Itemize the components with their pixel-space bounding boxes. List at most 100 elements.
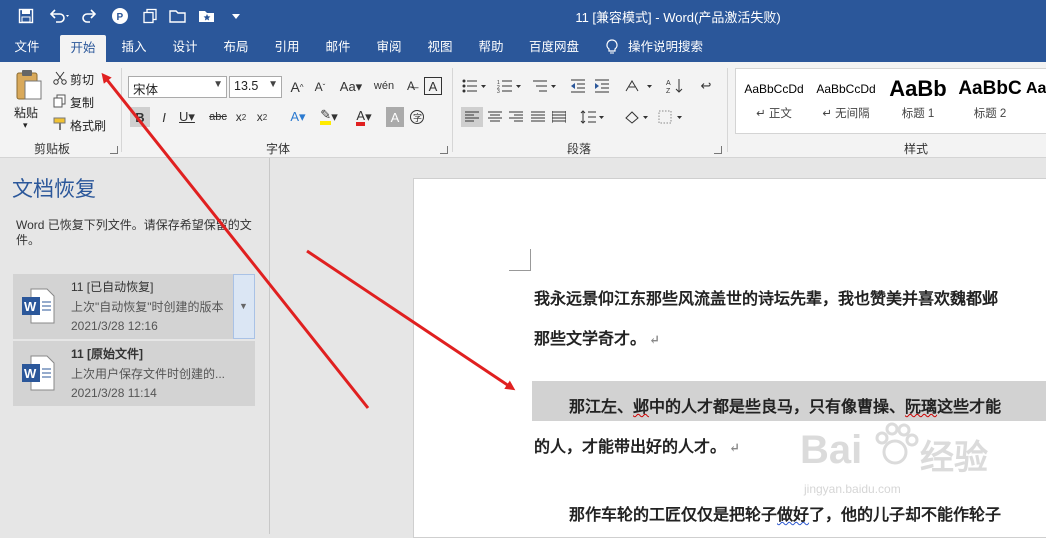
- superscript-icon[interactable]: x2: [253, 107, 271, 127]
- tab-view[interactable]: 视图: [419, 32, 461, 62]
- file-name: 11 [原始文件]: [71, 347, 144, 361]
- paste-dropdown-icon[interactable]: ▾: [23, 120, 28, 131]
- char-shading-icon[interactable]: A: [386, 107, 404, 127]
- align-right-icon[interactable]: [506, 107, 526, 127]
- svg-text:字: 字: [413, 112, 422, 124]
- bullets-icon[interactable]: [460, 76, 490, 96]
- paste-icon[interactable]: [10, 68, 46, 102]
- numbering-icon[interactable]: 123: [495, 76, 525, 96]
- font-size-value: 13.5: [234, 79, 259, 93]
- enclose-char-icon[interactable]: 字: [408, 107, 426, 127]
- bold-icon[interactable]: B: [130, 107, 150, 127]
- underline-icon[interactable]: U▾: [175, 107, 199, 127]
- phonetic-guide-icon[interactable]: wén: [374, 76, 394, 96]
- paragraph-launcher-icon[interactable]: [714, 146, 722, 154]
- title-bar: P 11 [兼容模式] - Word(产品激活失败): [0, 0, 1046, 32]
- styles-gallery: AaBbCcDd ↵ 正文 AaBbCcDd ↵ 无间隔 AaBb 标题 1 AaBb…: [735, 68, 1046, 134]
- clipboard-launcher-icon[interactable]: [110, 146, 118, 154]
- doc-line-4: 的人，才能带出好的人才。 ↵: [534, 437, 740, 456]
- justify-icon[interactable]: [528, 107, 548, 127]
- font-name-value: 宋体: [133, 83, 159, 97]
- subscript-icon[interactable]: x2: [232, 107, 250, 127]
- char-border-icon[interactable]: A: [424, 77, 442, 95]
- separator: [121, 68, 122, 152]
- grow-font-icon[interactable]: A ^: [287, 78, 307, 96]
- scissors-icon[interactable]: [52, 70, 68, 86]
- doc-line-3: 那江左、邺中的人才都是些良马，只有像曹操、阮璃这些才能: [569, 397, 1002, 416]
- separator: [727, 68, 728, 152]
- style-title[interactable]: Aa: [1026, 73, 1046, 131]
- recovered-file-item[interactable]: W 11 [已自动恢复] 上次"自动恢复"时创建的版本 2021/3/28 12…: [13, 274, 255, 339]
- tab-review[interactable]: 审阅: [368, 32, 410, 62]
- tab-help[interactable]: 帮助: [470, 32, 512, 62]
- svg-text:3: 3: [497, 89, 500, 93]
- chevron-down-icon: ▼: [213, 79, 223, 90]
- file-options-dropdown[interactable]: ▼: [233, 274, 255, 339]
- format-painter-icon[interactable]: [52, 116, 68, 132]
- ribbon-tabs: 文件 开始 插入 设计 布局 引用 邮件 审阅 视图 帮助 百度网盘 操作说明搜…: [0, 32, 1046, 62]
- style-heading-1[interactable]: AaBb 标题 1: [882, 73, 954, 131]
- format-painter-button[interactable]: 格式刷: [70, 117, 106, 134]
- tab-design[interactable]: 设计: [164, 32, 206, 62]
- tab-home[interactable]: 开始: [60, 35, 106, 62]
- align-center-icon[interactable]: [485, 107, 505, 127]
- file-date: 2021/3/28 11:14: [71, 386, 157, 400]
- font-launcher-icon[interactable]: [440, 146, 448, 154]
- align-left-icon[interactable]: [461, 107, 483, 127]
- shading-icon[interactable]: [622, 107, 652, 127]
- decrease-indent-icon[interactable]: [568, 76, 588, 96]
- lightbulb-icon: [603, 32, 621, 62]
- paragraph-mark-icon: ↵: [729, 441, 740, 456]
- svg-text:W: W: [24, 366, 37, 381]
- copy-button[interactable]: 复制: [70, 94, 94, 111]
- tab-layout[interactable]: 布局: [215, 32, 257, 62]
- svg-text:Z: Z: [666, 88, 671, 94]
- distributed-icon[interactable]: [549, 107, 569, 127]
- font-group-label: 字体: [266, 142, 291, 156]
- borders-icon[interactable]: [656, 107, 686, 127]
- tab-references[interactable]: 引用: [266, 32, 308, 62]
- margin-corner-mark: [509, 249, 531, 271]
- tab-file[interactable]: 文件: [6, 32, 48, 62]
- multilevel-list-icon[interactable]: [530, 76, 560, 96]
- show-marks-icon[interactable]: ↩: [696, 76, 716, 96]
- tab-baidu-netdisk[interactable]: 百度网盘: [522, 32, 586, 62]
- tell-me-search[interactable]: 操作说明搜索: [628, 32, 712, 62]
- svg-text:W: W: [24, 299, 37, 314]
- copy-icon[interactable]: [52, 93, 68, 109]
- style-no-spacing[interactable]: AaBbCcDd ↵ 无间隔: [810, 73, 882, 131]
- italic-icon[interactable]: I: [155, 107, 173, 127]
- original-file-item[interactable]: W 11 [原始文件] 上次用户保存文件时创建的... 2021/3/28 11…: [13, 341, 255, 406]
- doc-line-5: 那作车轮的工匠仅仅是把轮子做好了，他的儿子却不能作轮子: [569, 505, 1002, 524]
- document-recovery-pane: 文档恢复 Word 已恢复下列文件。请保存希望保留的文件。 W 11 [已自动恢…: [0, 158, 270, 534]
- style-normal[interactable]: AaBbCcDd ↵ 正文: [738, 73, 810, 131]
- recovery-description: Word 已恢复下列文件。请保存希望保留的文件。: [16, 218, 252, 247]
- cut-button[interactable]: 剪切: [70, 71, 94, 88]
- window-title: 11 [兼容模式] - Word(产品激活失败): [575, 10, 781, 25]
- word-doc-icon: W: [21, 355, 55, 391]
- font-color-icon[interactable]: A ▾: [350, 107, 378, 127]
- paste-button[interactable]: 粘贴: [14, 104, 38, 121]
- clear-format-icon[interactable]: A̶: [402, 77, 420, 95]
- increase-indent-icon[interactable]: [592, 76, 612, 96]
- chevron-down-icon: ▼: [268, 79, 278, 90]
- file-subtitle: 上次用户保存文件时创建的...: [71, 367, 226, 381]
- text-effects-icon[interactable]: A▾: [285, 107, 311, 127]
- tab-insert[interactable]: 插入: [113, 32, 155, 62]
- style-heading-2[interactable]: AaBbC 标题 2: [954, 73, 1026, 131]
- separator: [452, 68, 453, 152]
- strikethrough-icon[interactable]: abc: [207, 107, 229, 127]
- font-size-combo[interactable]: 13.5 ▼: [229, 76, 282, 98]
- line-spacing-icon[interactable]: [578, 107, 608, 127]
- sort-icon[interactable]: AZ: [664, 76, 686, 96]
- change-case-icon[interactable]: Aa▾: [338, 78, 364, 96]
- recovery-title: 文档恢复: [12, 178, 96, 201]
- paragraph-group-label: 段落: [567, 142, 592, 156]
- tab-mailings[interactable]: 邮件: [317, 32, 359, 62]
- file-subtitle: 上次"自动恢复"时创建的版本: [71, 300, 224, 314]
- font-name-combo[interactable]: 宋体 ▼: [128, 76, 227, 98]
- file-date: 2021/3/28 12:16: [71, 319, 158, 333]
- highlight-icon[interactable]: ✎ ▾: [316, 107, 342, 127]
- shrink-font-icon[interactable]: Aˇ: [310, 78, 330, 96]
- chinese-layout-icon[interactable]: [622, 76, 656, 96]
